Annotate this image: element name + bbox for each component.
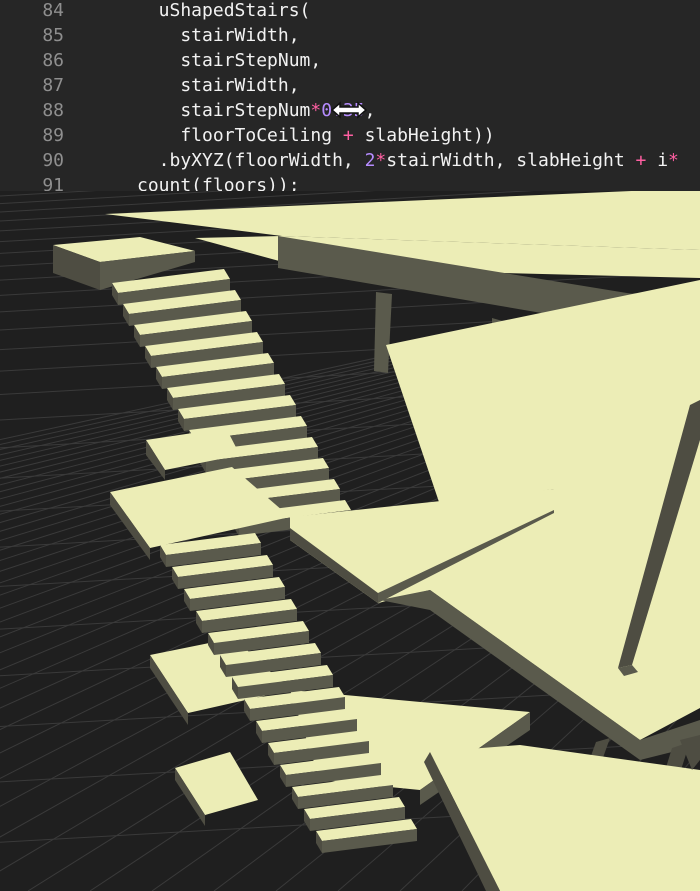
code-token: stairStepNum	[137, 100, 311, 121]
stair-model-scene	[0, 191, 700, 891]
code-text[interactable]: count(floors));	[137, 173, 300, 191]
code-token: *	[668, 150, 679, 171]
code-token: count(floors));	[137, 175, 300, 191]
line-number: 89	[42, 125, 64, 146]
code-token: floorToCeiling	[137, 125, 343, 146]
line-number: 84	[42, 0, 64, 21]
line-number: 86	[42, 50, 64, 71]
code-token: stairStepNum,	[137, 50, 322, 71]
code-line[interactable]: 91 count(floors));	[0, 173, 700, 191]
code-token: stairWidth,	[137, 25, 300, 46]
code-token: slabHeight))	[353, 125, 495, 146]
code-line[interactable]: 90 .byXYZ(floorWidth, 2*stairWidth, slab…	[0, 148, 700, 173]
code-token: +	[635, 150, 647, 171]
code-token: +	[342, 125, 354, 146]
code-token: uShapedStairs(	[137, 0, 311, 21]
line-number: 91	[42, 175, 64, 191]
code-token: stairWidth,	[137, 75, 300, 96]
code-text[interactable]: floorToCeiling + slabHeight))	[137, 123, 495, 148]
code-token: 2	[364, 150, 376, 171]
code-token: *	[310, 100, 322, 121]
code-token: *	[375, 150, 387, 171]
code-editor[interactable]: 84 uShapedStairs(85 stairWidth, 86 stairS…	[0, 0, 700, 191]
code-line[interactable]: 86 stairStepNum,	[0, 48, 700, 73]
code-token: i	[646, 150, 669, 171]
code-line[interactable]: 89 floorToCeiling + slabHeight))	[0, 123, 700, 148]
line-number: 85	[42, 25, 64, 46]
code-text[interactable]: stairStepNum,	[137, 48, 321, 73]
code-line[interactable]: 85 stairWidth,	[0, 23, 700, 48]
code-token: .byXYZ(floorWidth,	[137, 150, 365, 171]
code-text[interactable]: stairWidth,	[137, 23, 300, 48]
code-text[interactable]: .byXYZ(floorWidth, 2*stairWidth, slabHei…	[137, 148, 679, 173]
code-text[interactable]: stairWidth,	[137, 73, 300, 98]
code-line[interactable]: 87 stairWidth,	[0, 73, 700, 98]
resize-horizontal-cursor-icon	[330, 101, 368, 119]
line-number: 88	[42, 100, 64, 121]
code-token: stairWidth, slabHeight	[386, 150, 636, 171]
3d-viewport[interactable]	[0, 191, 700, 891]
line-number: 90	[42, 150, 64, 171]
code-text[interactable]: uShapedStairs(	[137, 0, 311, 23]
code-line[interactable]: 84 uShapedStairs(	[0, 0, 700, 23]
line-number: 87	[42, 75, 64, 96]
